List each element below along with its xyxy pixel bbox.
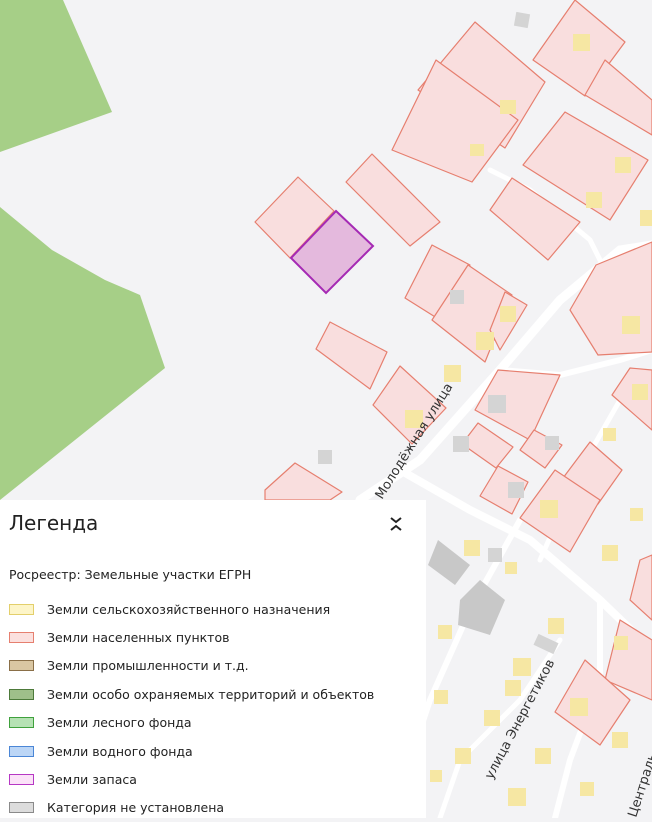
legend-item: Земли промышленности и т.д. xyxy=(9,652,374,680)
legend-item: Земли лесного фонда xyxy=(9,709,374,737)
legend-item: Земли запаса xyxy=(9,765,374,793)
building xyxy=(505,680,521,696)
building xyxy=(622,316,640,334)
building xyxy=(614,636,628,650)
legend-item-label: Земли населенных пунктов xyxy=(47,630,230,646)
building xyxy=(612,732,628,748)
building xyxy=(630,508,643,521)
legend-item: Земли населенных пунктов xyxy=(9,623,374,651)
building xyxy=(505,562,517,574)
legend-collapse-button[interactable] xyxy=(384,512,408,536)
building xyxy=(632,384,648,400)
legend-swatch xyxy=(9,802,34,814)
building xyxy=(540,500,558,518)
legend-swatch xyxy=(9,745,34,757)
building xyxy=(615,157,631,173)
building xyxy=(438,625,452,639)
building xyxy=(455,748,471,764)
building xyxy=(586,192,602,208)
chevron-collapse-icon xyxy=(390,517,402,531)
building xyxy=(450,290,464,304)
building xyxy=(434,690,448,704)
building xyxy=(548,618,564,634)
building xyxy=(573,34,590,51)
legend-list: Земли сельскохозяйственного назначения Зе… xyxy=(9,595,374,822)
building xyxy=(545,436,559,450)
building xyxy=(570,698,588,716)
building xyxy=(444,365,461,382)
building xyxy=(500,100,516,114)
building xyxy=(488,548,502,562)
building xyxy=(488,395,506,413)
legend-item-label: Земли водного фонда xyxy=(47,743,193,759)
legend-swatch xyxy=(9,688,34,700)
building xyxy=(453,436,469,452)
building xyxy=(513,658,531,676)
legend-item-label: Земли лесного фонда xyxy=(47,715,192,731)
building xyxy=(318,450,332,464)
building xyxy=(484,710,500,726)
building xyxy=(640,210,652,226)
legend-swatch xyxy=(9,603,34,615)
building xyxy=(476,332,494,350)
building xyxy=(508,788,526,806)
legend-item-label: Категория не установлена xyxy=(47,800,225,816)
legend-swatch xyxy=(9,660,34,672)
building xyxy=(470,144,484,156)
building xyxy=(602,545,618,561)
building xyxy=(603,428,616,441)
building xyxy=(500,306,516,322)
legend-title: Легенда xyxy=(9,511,99,535)
legend-item-label: Земли промышленности и т.д. xyxy=(47,658,249,674)
legend-item-label: Земли сельскохозяйственного назначения xyxy=(47,601,331,617)
legend-swatch xyxy=(9,717,34,729)
legend-layer-title: Росреестр: Земельные участки ЕГРН xyxy=(9,567,252,582)
building xyxy=(508,482,524,498)
legend-item: Земли особо охраняемых территорий и объе… xyxy=(9,680,374,708)
building xyxy=(535,748,551,764)
legend-item-label: Земли особо охраняемых территорий и объе… xyxy=(47,686,375,702)
building xyxy=(580,782,594,796)
legend-swatch xyxy=(9,632,34,644)
legend-panel: Легенда Росреестр: Земельные участки ЕГР… xyxy=(0,500,426,818)
legend-item-label: Земли запаса xyxy=(47,772,137,788)
building xyxy=(513,11,531,29)
legend-item: Земли сельскохозяйственного назначения xyxy=(9,595,374,623)
legend-item: Земли водного фонда xyxy=(9,737,374,765)
building xyxy=(430,770,442,782)
legend-swatch xyxy=(9,774,34,786)
building xyxy=(464,540,480,556)
